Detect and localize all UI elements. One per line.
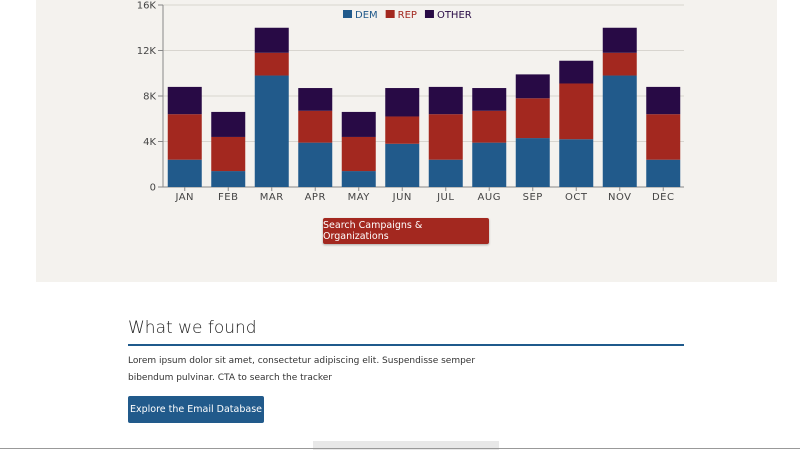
legend-swatch-other	[424, 10, 434, 18]
y-tick-label: 12K	[137, 46, 157, 57]
bar-segment-dem	[646, 159, 681, 187]
bar-segment-other	[211, 111, 246, 137]
bar-segment-rep	[602, 52, 637, 76]
x-tick-label: DEC	[652, 192, 675, 203]
bar-segment-other	[341, 111, 376, 137]
bar-segment-dem	[559, 139, 594, 187]
section-title: What we found	[128, 318, 257, 338]
bar-segment-rep	[211, 136, 246, 172]
bar-segment-dem	[341, 171, 376, 187]
bar-segment-dem	[428, 159, 463, 187]
section-text: Lorem ipsum dolor sit amet, consectetur …	[128, 356, 476, 383]
y-tick-label: 0	[150, 183, 156, 194]
x-tick-label: APR	[305, 192, 326, 203]
page-bottom-divider	[0, 448, 800, 449]
bar-segment-dem	[167, 159, 202, 187]
bar-segment-dem	[515, 138, 550, 187]
x-tick-label: JAN	[174, 192, 194, 203]
x-tick-label: OCT	[565, 192, 588, 203]
bar-segment-dem	[602, 75, 637, 187]
legend-swatch-dem	[343, 10, 352, 18]
bar-segment-rep	[341, 136, 376, 172]
section-divider	[128, 344, 684, 346]
x-tick-label: NOV	[608, 192, 632, 203]
bar-segment-other	[298, 88, 333, 111]
bar-segment-other	[167, 86, 202, 115]
x-tick-label: JUN	[392, 192, 412, 203]
bar-segment-dem	[298, 142, 333, 187]
x-tick-label: AUG	[478, 192, 501, 203]
search-campaigns-button[interactable]: Search Campaigns & Organizations	[323, 218, 489, 244]
legend-label-dem: DEM	[355, 10, 378, 21]
x-tick-label: FEB	[218, 192, 238, 203]
explore-email-database-button[interactable]: Explore the Email Database	[128, 396, 264, 423]
y-tick-label: 8K	[143, 92, 156, 103]
x-tick-label: MAR	[260, 192, 284, 203]
x-tick-label: JUL	[436, 192, 454, 203]
bar-segment-other	[472, 88, 507, 111]
bar-segment-other	[428, 86, 463, 115]
bar-segment-rep	[254, 52, 289, 76]
bar-segment-dem	[211, 171, 246, 187]
bar-segment-other	[559, 60, 594, 84]
y-tick-label: 16K	[137, 1, 157, 12]
legend-swatch-rep	[385, 10, 395, 18]
x-tick-label: MAY	[348, 192, 371, 203]
bar-segment-rep	[559, 83, 594, 140]
bar-segment-rep	[428, 114, 463, 160]
bar-segment-dem	[472, 142, 507, 187]
y-tick-label: 4K	[143, 137, 156, 148]
bar-segment-rep	[385, 116, 420, 144]
bar-segment-other	[602, 27, 637, 53]
bar-segment-rep	[515, 98, 550, 139]
bar-segment-rep	[646, 114, 681, 160]
bar-segment-other	[385, 88, 420, 117]
x-tick-label: SEP	[523, 192, 543, 203]
bar-segment-rep	[298, 110, 333, 143]
bar-segment-rep	[472, 110, 507, 143]
legend-label-other: OTHER	[437, 10, 472, 21]
bar-segment-other	[646, 86, 681, 115]
bar-segment-dem	[385, 143, 420, 187]
bar-segment-other	[515, 74, 550, 99]
bar-segment-other	[254, 27, 289, 53]
bar-segment-dem	[254, 75, 289, 187]
legend-label-rep: REP	[398, 10, 417, 21]
bar-segment-rep	[167, 114, 202, 160]
